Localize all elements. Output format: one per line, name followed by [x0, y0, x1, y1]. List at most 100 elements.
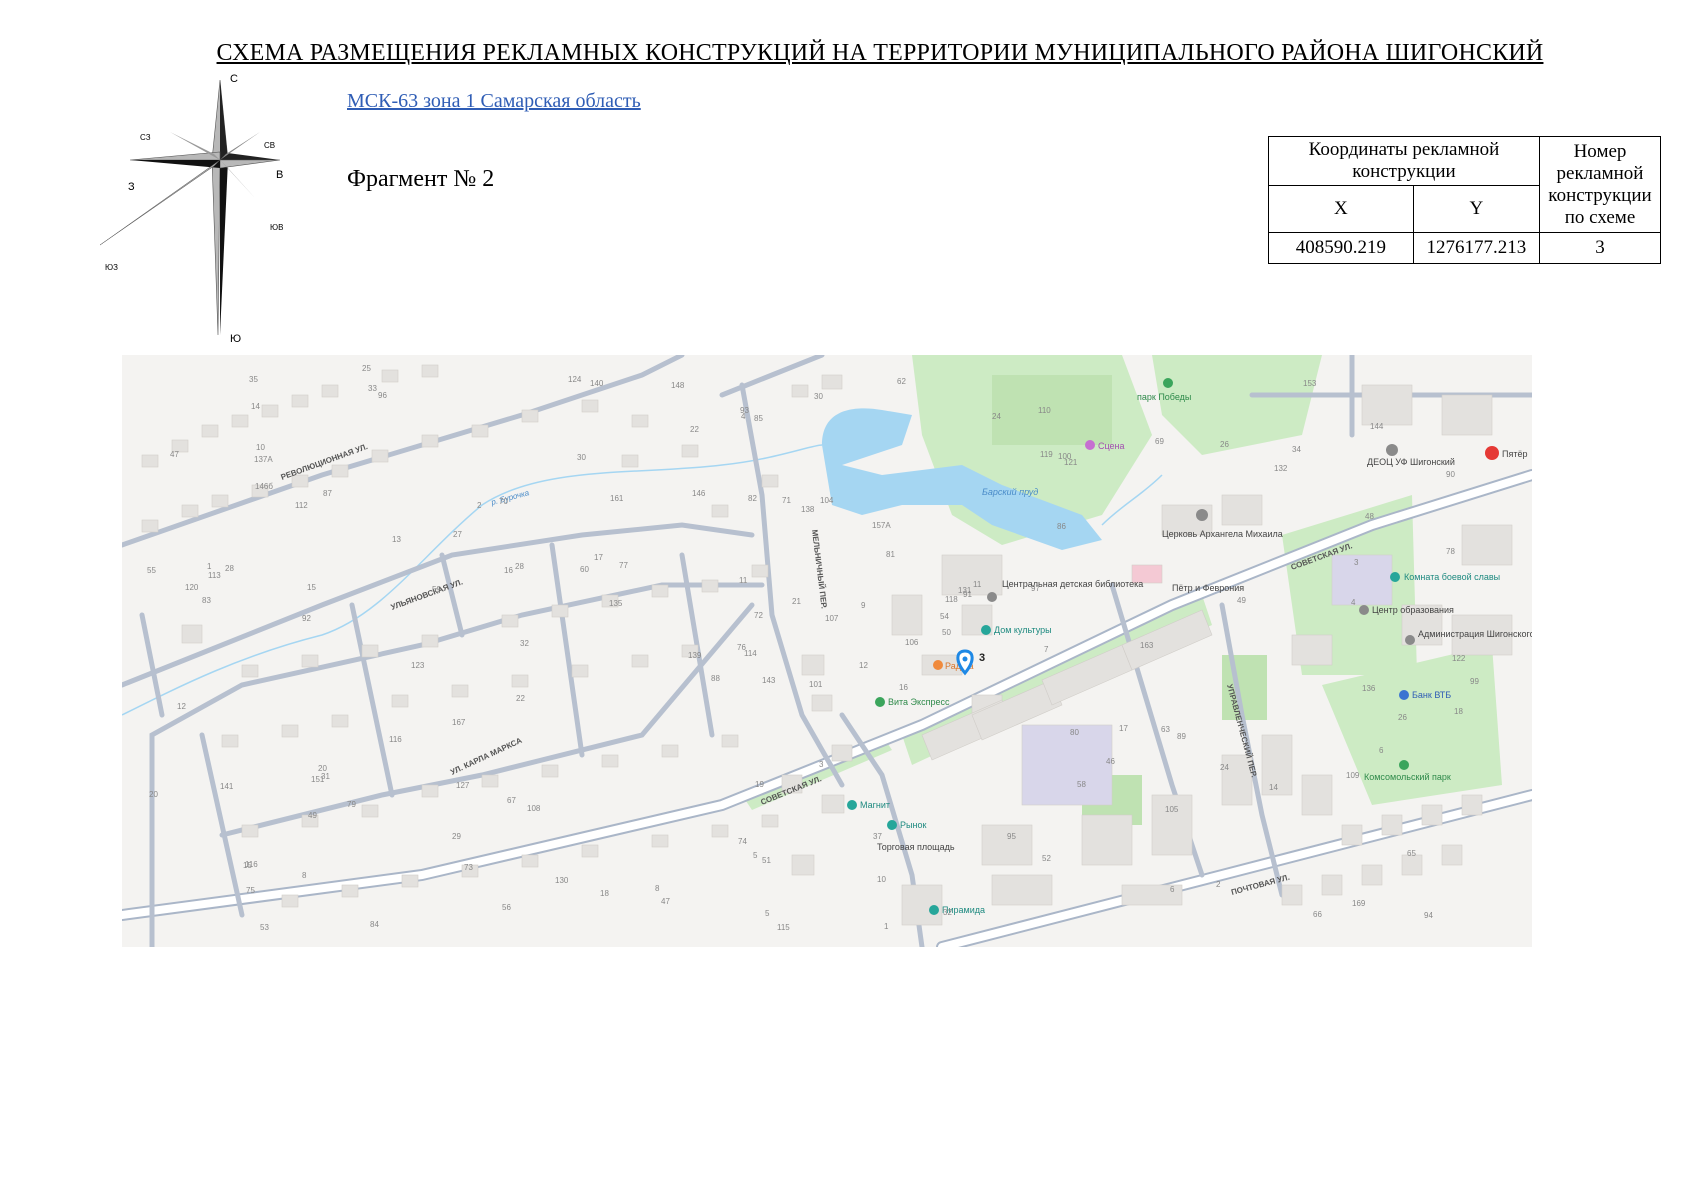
house-number: 2: [477, 501, 482, 510]
house-number: 52: [1042, 854, 1051, 863]
house-number: 144: [1370, 422, 1384, 431]
house-number: 107: [825, 614, 839, 623]
house-number: 50: [942, 628, 951, 637]
house-number: 141: [220, 782, 234, 791]
house-number: 163: [1140, 641, 1154, 650]
house-number: 3: [1354, 558, 1359, 567]
house-number: 124: [568, 375, 582, 384]
house-number: 49: [1237, 596, 1246, 605]
house-number: 46: [1106, 757, 1115, 766]
poi-church: Церковь Архангела Михаила: [1162, 529, 1283, 539]
house-number: 109: [1346, 771, 1360, 780]
house-number: 32: [943, 908, 952, 917]
house-number: 3: [819, 760, 824, 769]
house-number: 55: [147, 566, 156, 575]
house-number: 92: [302, 614, 311, 623]
number-header: Номер рекламной конструкции по схеме: [1539, 136, 1661, 233]
map-view[interactable]: РЕВОЛЮЦИОННАЯ УЛ. УЛЬЯНОВСКАЯ УЛ. УЛ. КА…: [122, 355, 1532, 947]
house-number: 8: [655, 884, 660, 893]
house-number: 56: [502, 903, 511, 912]
house-number: 99: [1470, 677, 1479, 686]
house-number: 20: [318, 764, 327, 773]
house-number: 59: [432, 585, 441, 594]
house-number: 81: [886, 550, 895, 559]
house-number: 83: [202, 596, 211, 605]
house-number: 67: [507, 796, 516, 805]
house-number: 28: [515, 562, 524, 571]
house-number: 157А: [872, 521, 891, 530]
house-number: 77: [619, 561, 628, 570]
house-number: 9: [861, 601, 866, 610]
house-number: 88: [711, 674, 720, 683]
compass-label-s: Ю: [230, 333, 241, 345]
house-number: 82: [748, 494, 757, 503]
poi-admin: Администрация Шигонского района: [1418, 629, 1532, 639]
house-number: 49: [308, 811, 317, 820]
house-number: 28: [225, 564, 234, 573]
house-number: 114: [744, 649, 757, 658]
house-number: 47: [170, 450, 179, 459]
house-number: 119: [1040, 450, 1053, 459]
house-number: 95: [1007, 832, 1016, 841]
compass-rose-icon: С СЗ СВ В З ЮВ ЮЗ Ю: [100, 73, 283, 345]
poi-vita: Вита Экспресс: [888, 697, 950, 707]
house-number: 31: [321, 772, 330, 781]
house-number: 132: [1274, 464, 1288, 473]
house-number: 136: [1362, 684, 1376, 693]
poi-bank: Банк ВТБ: [1412, 690, 1451, 700]
house-number: 121: [1064, 458, 1078, 467]
house-number: 76: [737, 643, 746, 652]
house-number: 70: [499, 497, 508, 506]
house-number: 32: [520, 639, 529, 648]
house-number: 78: [1446, 547, 1455, 556]
house-number: 123: [411, 661, 425, 670]
house-number: 169: [1352, 899, 1366, 908]
poi-pond: Барский пруд: [982, 487, 1038, 497]
poi-scena: Сцена: [1098, 441, 1125, 451]
house-number: 120: [185, 583, 199, 592]
house-number: 5: [753, 851, 758, 860]
house-number: 96: [378, 391, 387, 400]
house-number: 87: [323, 489, 332, 498]
house-number: 12: [859, 661, 868, 670]
poi-centr-obr: Центр образования: [1372, 605, 1454, 615]
house-number: 5: [765, 909, 770, 918]
ad-marker-number: 3: [979, 652, 985, 664]
house-number: 14: [1269, 783, 1278, 792]
compass-label-n: С: [230, 73, 238, 85]
crs-link[interactable]: МСК-63 зона 1 Самарская область: [347, 90, 641, 113]
house-number: 112: [295, 501, 308, 510]
house-number: 127: [456, 781, 470, 790]
house-number: 97: [1031, 584, 1040, 593]
poi-dom-kultury: Дом культуры: [994, 625, 1052, 635]
compass-label-se: ЮВ: [270, 223, 283, 232]
house-number: 130: [555, 876, 569, 885]
house-number: 138: [801, 505, 815, 514]
compass-label-nw: СЗ: [140, 133, 151, 142]
house-number: 27: [453, 530, 462, 539]
house-number: 7: [1044, 645, 1049, 654]
y-header: Y: [1412, 185, 1541, 233]
poi-rynok: Рынок: [900, 820, 926, 830]
house-number: 20: [149, 790, 158, 799]
house-number: 15: [243, 861, 252, 870]
house-number: 153: [1303, 379, 1317, 388]
house-number: 51: [762, 856, 771, 865]
house-number: 113: [208, 571, 221, 580]
house-number: 29: [452, 832, 461, 841]
house-number: 10: [877, 875, 886, 884]
house-number: 48: [1365, 512, 1374, 521]
poi-pyaterochka: Пятёр: [1502, 449, 1527, 459]
house-number: 106: [905, 638, 919, 647]
poi-petr-fevronia: Пётр и Феврония: [1172, 583, 1244, 593]
house-number: 24: [1220, 763, 1229, 772]
house-number: 89: [1177, 732, 1186, 741]
house-number: 60: [580, 565, 589, 574]
poi-komnata: Комната боевой славы: [1404, 572, 1500, 582]
house-number: 140: [590, 379, 604, 388]
coordinates-table: Координаты рекламной конструкции Номер р…: [1268, 136, 1661, 264]
compass-label-w: З: [128, 181, 135, 193]
house-number: 72: [754, 611, 763, 620]
house-number: 54: [940, 612, 949, 621]
house-number: 22: [690, 425, 699, 434]
